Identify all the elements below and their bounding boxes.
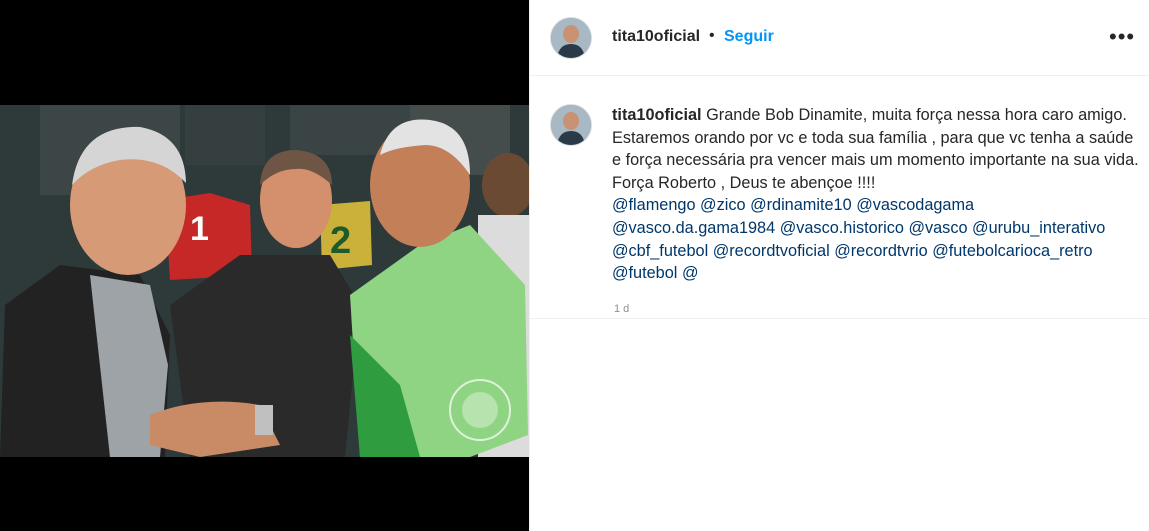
separator-dot: • xyxy=(709,27,715,44)
mention-link[interactable]: @recordtvoficial xyxy=(713,242,830,260)
username-link[interactable]: tita10oficial xyxy=(612,28,700,46)
more-horizontal-icon[interactable]: ••• xyxy=(1109,26,1135,48)
mention-link[interactable]: @rdinamite10 xyxy=(750,196,852,214)
mention-link[interactable]: @urubu_interativo xyxy=(972,219,1105,237)
post-header: tita10oficial • Seguir ••• xyxy=(530,0,1149,76)
mention-link[interactable]: @vasco.historico xyxy=(780,219,904,237)
post-photo[interactable]: 1 2 xyxy=(0,105,529,457)
post-timestamp[interactable]: 1 d xyxy=(614,303,629,312)
post-caption: tita10oficial Grande Bob Dinamite, muita… xyxy=(612,104,1140,285)
mention-link[interactable]: @futebolcarioca_retro xyxy=(932,242,1092,260)
mention-link[interactable]: @ xyxy=(682,264,699,282)
post-details-panel: tita10oficial • Seguir ••• tita10oficial… xyxy=(529,0,1149,531)
divider xyxy=(530,318,1149,319)
post-media: 1 2 xyxy=(0,0,529,531)
caption-avatar[interactable] xyxy=(550,104,592,146)
svg-text:1: 1 xyxy=(190,210,209,248)
mention-link[interactable]: @cbf_futebol xyxy=(612,242,708,260)
mention-link[interactable]: @vasco xyxy=(908,219,967,237)
mention-link[interactable]: @futebol xyxy=(612,264,677,282)
avatar[interactable] xyxy=(550,17,592,59)
caption-username-link[interactable]: tita10oficial xyxy=(612,106,702,124)
mention-link[interactable]: @vascodagama xyxy=(856,196,974,214)
mention-link[interactable]: @vasco.da.gama1984 xyxy=(612,219,775,237)
mention-link[interactable]: @zico xyxy=(700,196,745,214)
svg-text:2: 2 xyxy=(330,220,351,262)
mention-link[interactable]: @flamengo xyxy=(612,196,696,214)
follow-button[interactable]: Seguir xyxy=(724,28,774,46)
mention-link[interactable]: @recordtvrio xyxy=(834,242,927,260)
